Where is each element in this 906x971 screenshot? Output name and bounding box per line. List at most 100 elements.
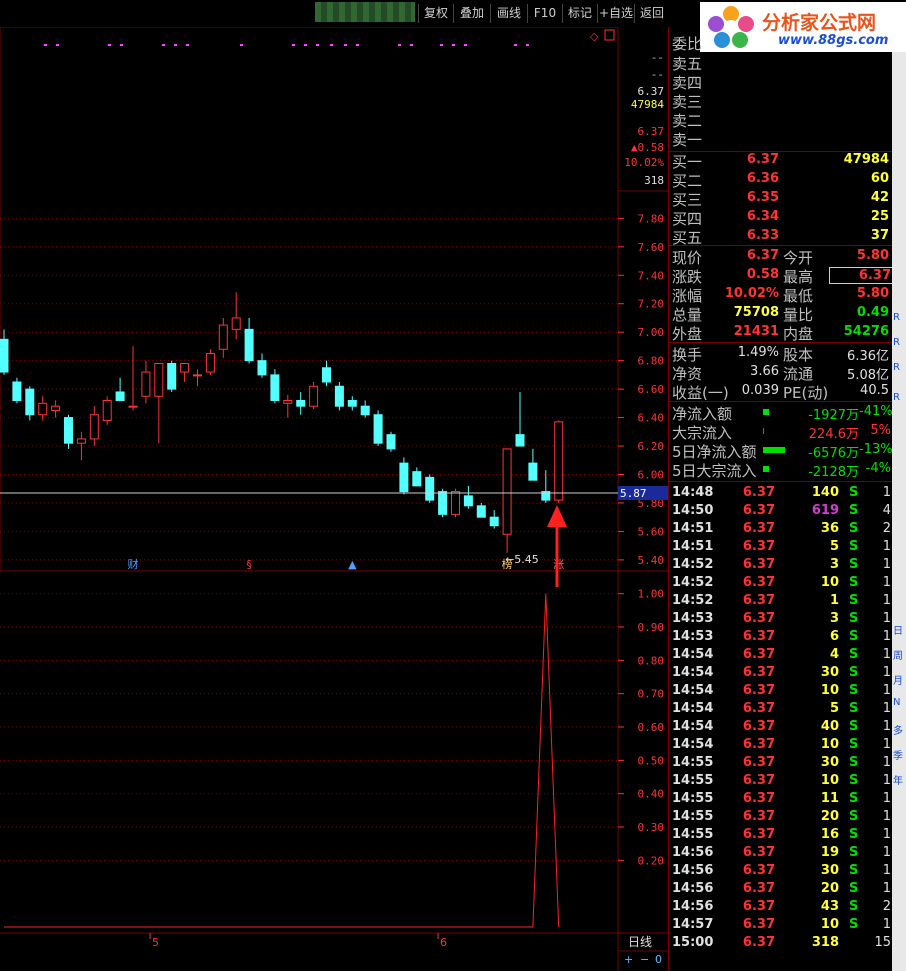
- event-label[interactable]: 榜: [502, 557, 513, 571]
- sidebar-tool[interactable]: R: [893, 312, 900, 323]
- candle-body: [115, 391, 125, 402]
- flow-value: -6576万: [808, 446, 859, 461]
- sidebar-tool[interactable]: R: [893, 362, 900, 373]
- stat-value: 0.58: [746, 267, 779, 282]
- current-price-label: 5.87: [620, 487, 647, 500]
- stat-value: 1.49%: [737, 345, 779, 360]
- tick-side: S: [849, 521, 859, 536]
- add-favorite-button[interactable]: +自选: [597, 4, 634, 23]
- sidebar-tool[interactable]: R: [893, 337, 900, 348]
- sidebar-tool[interactable]: N: [893, 697, 900, 708]
- stat-label: PE(动): [783, 384, 829, 402]
- expand-icon[interactable]: ◇: [590, 30, 599, 43]
- kline-chart-area[interactable]: ----6.37479846.37▲0.5810.02%3187.807.607…: [0, 27, 668, 971]
- tick-side: S: [849, 683, 859, 698]
- tick-volume: 5: [829, 701, 839, 716]
- sidebar-tool[interactable]: 季: [893, 747, 903, 762]
- flow-value: -2128万: [808, 465, 859, 480]
- stat-label: 今开: [783, 249, 814, 267]
- tick-side: S: [849, 557, 859, 572]
- zoom-out-button[interactable]: −: [640, 953, 649, 966]
- x-tick-label: 6: [440, 936, 447, 949]
- stat-label: 外盘: [672, 325, 703, 343]
- stat-value: 21431: [733, 324, 779, 339]
- tick-side: S: [849, 755, 859, 770]
- y-tick-label: 0.60: [638, 721, 665, 734]
- sidebar-tool[interactable]: 日: [893, 622, 903, 637]
- weibi-label: 委比: [672, 35, 703, 53]
- sidebar-tool[interactable]: 年: [893, 772, 903, 787]
- overlay-button[interactable]: 叠加: [453, 4, 490, 23]
- event-label[interactable]: §: [246, 558, 252, 571]
- tick-price: 6.37: [742, 485, 775, 500]
- y-tick-label: 0.50: [638, 754, 665, 767]
- sidebar-tool[interactable]: 月: [893, 672, 903, 687]
- tick-side: S: [849, 611, 859, 626]
- tick-time: 14:50: [672, 503, 714, 518]
- zoom-in-button[interactable]: +: [624, 953, 633, 966]
- tick-side: S: [849, 737, 859, 752]
- f10-button[interactable]: F10: [527, 4, 562, 23]
- window-icon[interactable]: [604, 29, 615, 41]
- reset-button[interactable]: 0: [655, 953, 662, 966]
- sidebar-tool[interactable]: 周: [893, 647, 903, 662]
- stat-label: 涨幅: [672, 287, 703, 305]
- sidebar-tool[interactable]: 多: [893, 722, 903, 737]
- candle-body: [25, 388, 35, 416]
- tick-count: 1: [882, 539, 891, 554]
- mark-button[interactable]: 标记: [562, 4, 597, 23]
- event-dot: [526, 44, 529, 46]
- divider: [669, 245, 893, 246]
- stat-value: 40.5: [860, 383, 889, 398]
- event-dot: [44, 44, 47, 46]
- tick-price: 6.37: [742, 755, 775, 770]
- stat-label: 最高: [783, 268, 814, 286]
- tick-time: 14:53: [672, 629, 714, 644]
- event-dot: [410, 44, 413, 46]
- tick-time: 14:54: [672, 665, 714, 680]
- tick-price: 6.37: [742, 539, 775, 554]
- tick-count: 1: [882, 719, 891, 734]
- event-label[interactable]: 财: [128, 557, 139, 571]
- event-dot: [304, 44, 307, 46]
- tick-price: 6.37: [742, 791, 775, 806]
- tick-side: S: [849, 719, 859, 734]
- tick-price: 6.37: [742, 503, 775, 518]
- tick-side: S: [849, 503, 859, 518]
- candle-body: [309, 385, 319, 407]
- y-tick-label: 7.40: [638, 269, 665, 282]
- chart-toolbar: 复权 叠加 画线 F10 标记 +自选 返回: [0, 0, 668, 27]
- candle-body: [76, 438, 86, 444]
- stat-label: 最低: [783, 287, 814, 305]
- draw-line-button[interactable]: 画线: [490, 4, 527, 23]
- period-tab[interactable]: 日线: [628, 935, 652, 949]
- event-label[interactable]: ▲: [348, 558, 357, 571]
- candle-body: [347, 400, 357, 407]
- stat-value: 5.80: [856, 248, 889, 263]
- flow-label: 5日大宗流入: [672, 462, 757, 480]
- tick-volume: 30: [820, 665, 839, 680]
- tick-price: 6.37: [742, 701, 775, 716]
- stat-value: 6.37: [829, 267, 893, 284]
- tick-volume: 10: [820, 917, 839, 932]
- main-pane-frame: [0, 27, 619, 572]
- candle-body: [489, 516, 499, 527]
- tick-count: 1: [882, 791, 891, 806]
- buy-price: 6.33: [746, 228, 779, 243]
- y-tick-label: 5.40: [638, 554, 665, 567]
- flow-percent: -4%: [865, 461, 891, 476]
- sidebar-tool[interactable]: R: [893, 392, 900, 403]
- event-dot: [356, 44, 359, 46]
- fuquan-button[interactable]: 复权: [418, 4, 453, 23]
- tick-count: 1: [882, 773, 891, 788]
- tick-price: 6.37: [742, 593, 775, 608]
- candle-body: [334, 385, 344, 407]
- event-label[interactable]: 涨: [553, 558, 564, 571]
- tick-volume: 20: [820, 881, 839, 896]
- candle-body: [180, 363, 190, 373]
- candle-body: [554, 421, 564, 501]
- back-button[interactable]: 返回: [634, 4, 669, 23]
- buy-volume: 47984: [843, 152, 889, 167]
- stat-value: 75708: [733, 305, 779, 320]
- tick-count: 1: [882, 845, 891, 860]
